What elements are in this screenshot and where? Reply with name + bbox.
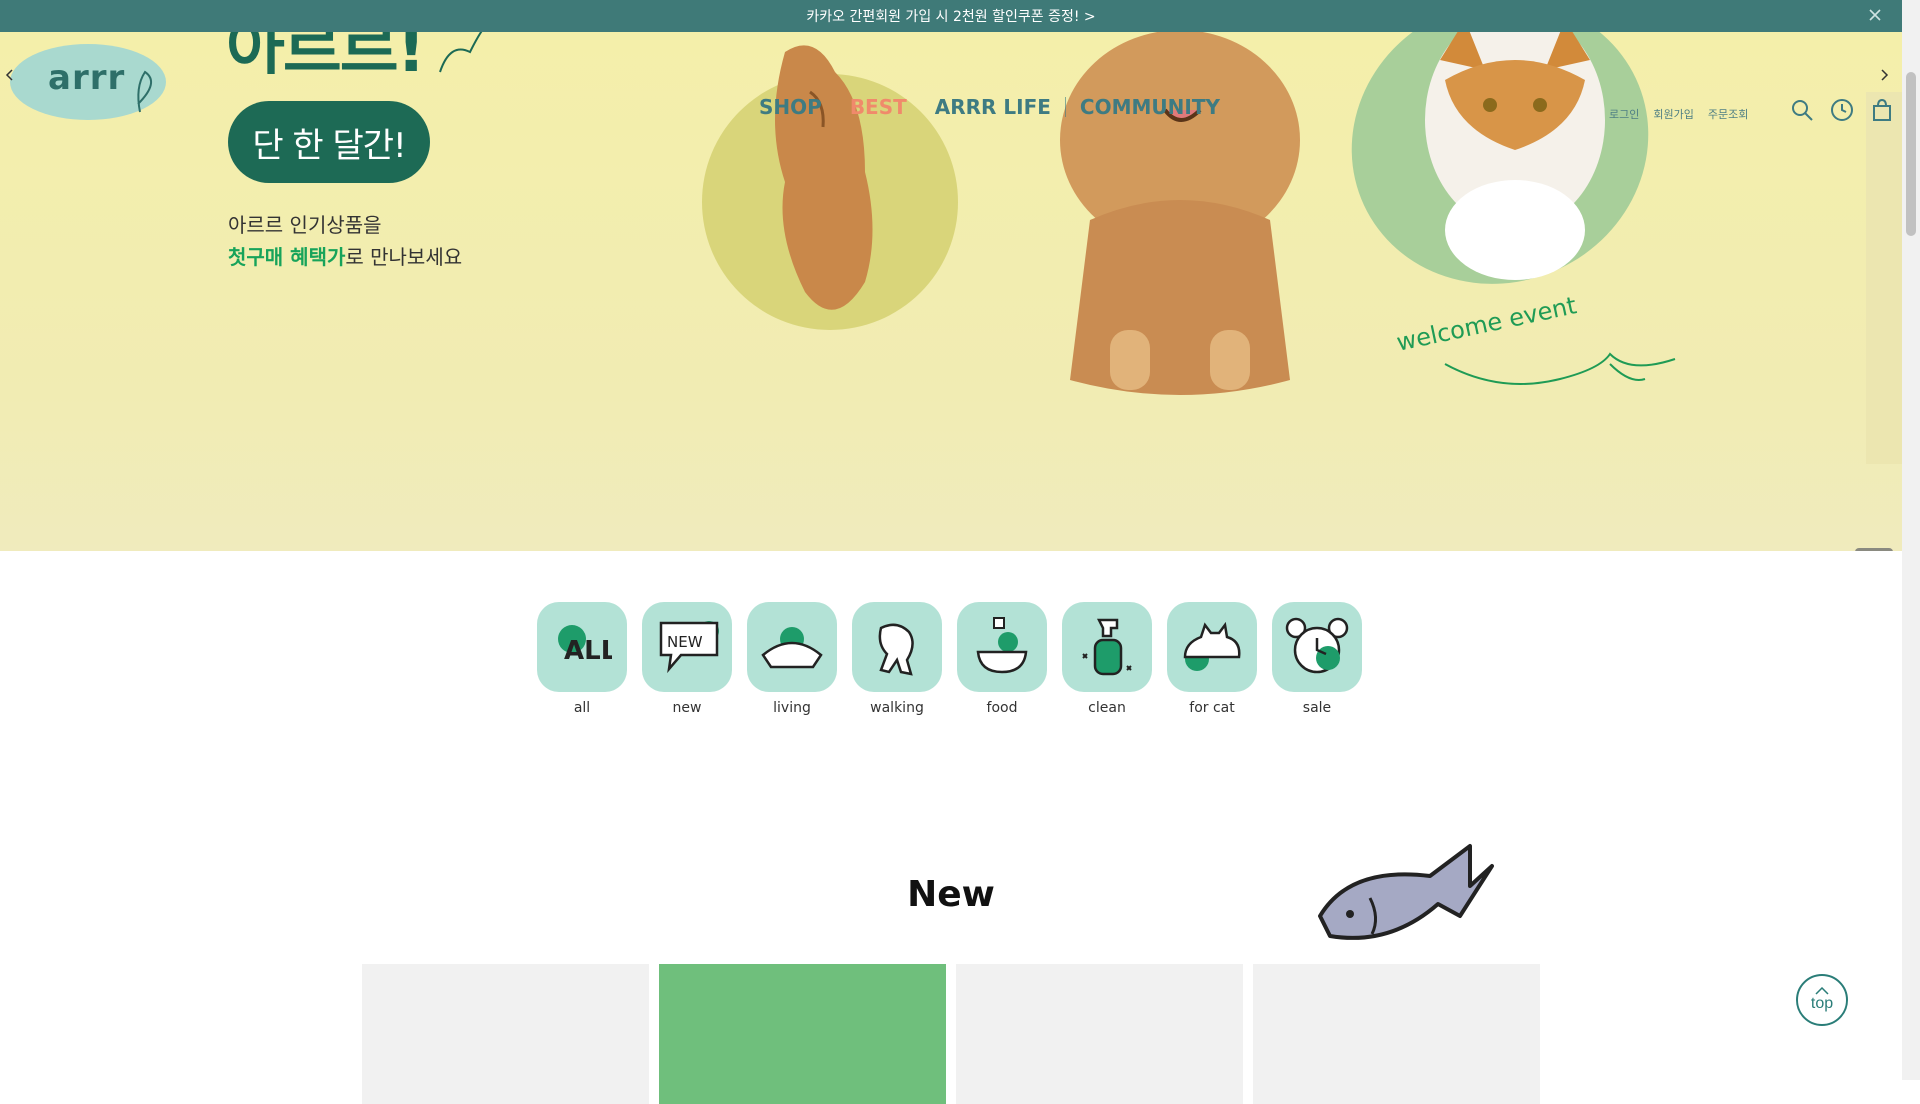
category-label: sale (1302, 700, 1332, 716)
dog-image (775, 45, 873, 310)
hero-subtitle-rest: 로 만나보세요 (345, 245, 463, 269)
header-icons (1790, 98, 1894, 122)
close-icon[interactable] (1866, 6, 1884, 24)
category-new[interactable]: NEW new (642, 602, 732, 716)
next-arrow-icon[interactable] (1880, 68, 1890, 82)
fish-icon (1318, 844, 1494, 940)
svg-text:NEW: NEW (667, 633, 703, 651)
hero-heading-swirl (439, 32, 483, 73)
product-list (362, 964, 1540, 1104)
util-links: 로그인 회원가입 주문조회 (1609, 106, 1748, 122)
pet-bed-icon (747, 602, 837, 692)
product-card[interactable] (362, 964, 649, 1104)
category-label: food (986, 700, 1018, 716)
section-title: New (907, 874, 995, 915)
hero-subtitle-line1: 아르르 인기상품을 (228, 213, 382, 237)
logo-text: arrr (48, 58, 126, 98)
food-bowl-icon (957, 602, 1047, 692)
category-all[interactable]: ALL all (537, 602, 627, 716)
welcome-squiggle (1444, 352, 1676, 385)
hero-pill: 단 한 달간! (228, 101, 430, 183)
category-label: walking (870, 700, 924, 716)
dog-walking-icon (852, 602, 942, 692)
page-scrollbar[interactable] (1902, 0, 1920, 1080)
hero-subtitle-line2: 첫구매 혜택가로 만나보세요 (228, 241, 462, 270)
alarm-clock-icon (1272, 602, 1362, 692)
category-for-cat[interactable]: for cat (1167, 602, 1257, 716)
cart-icon[interactable] (1870, 98, 1894, 122)
slide-counter: 1 / 4 (1855, 548, 1893, 551)
category-label: for cat (1189, 700, 1235, 716)
top-label: top (1810, 995, 1834, 1012)
login-link[interactable]: 로그인 (1609, 106, 1639, 122)
product-card[interactable] (1253, 964, 1540, 1104)
cat-image (1425, 32, 1605, 280)
nav-arrr-life[interactable]: ARRR LIFE (921, 96, 1065, 118)
puppy-image (1060, 32, 1300, 395)
main-nav: SHOP BEST ARRR LIFE COMMUNITY (745, 96, 1234, 118)
prev-arrow-icon[interactable] (4, 68, 14, 82)
hero-banner: arrr 아르르! 단 한 달간! 아르르 인기상품을 첫구매 혜택가로 만나보… (0, 32, 1902, 551)
logo[interactable]: arrr (10, 42, 170, 122)
category-label: all (573, 700, 591, 716)
category-sale[interactable]: sale (1272, 602, 1362, 716)
category-label: new (672, 700, 702, 716)
product-card[interactable] (956, 964, 1243, 1104)
nav-community[interactable]: COMMUNITY (1066, 96, 1234, 118)
recent-history-icon[interactable] (1830, 98, 1854, 122)
category-menu: ALL all NEW new living walking food clea… (537, 602, 1362, 716)
promo-text[interactable]: 카카오 간편회원 가입 시 2천원 할인쿠폰 증정! > (806, 6, 1095, 26)
scroll-to-top-button[interactable]: top (1796, 974, 1848, 1026)
scrollbar-thumb[interactable] (1906, 72, 1916, 236)
nav-best[interactable]: BEST (836, 96, 921, 118)
nav-shop[interactable]: SHOP (745, 96, 836, 118)
hero-highlight: 첫구매 혜택가 (228, 245, 346, 269)
category-food[interactable]: food (957, 602, 1047, 716)
new-speech-icon: NEW (642, 602, 732, 692)
cat-lying-icon (1167, 602, 1257, 692)
category-label: clean (1088, 700, 1126, 716)
search-icon[interactable] (1790, 98, 1814, 122)
promo-banner[interactable]: 카카오 간편회원 가입 시 2천원 할인쿠폰 증정! > (0, 0, 1902, 32)
chevron-up-icon (1815, 987, 1829, 995)
product-card[interactable] (659, 964, 946, 1104)
nav-divider (1064, 97, 1066, 117)
category-label: living (773, 700, 811, 716)
category-walking[interactable]: walking (852, 602, 942, 716)
spray-bottle-icon (1062, 602, 1152, 692)
all-icon: ALL (537, 602, 627, 692)
category-clean[interactable]: clean (1062, 602, 1152, 716)
order-lookup-link[interactable]: 주문조회 (1708, 106, 1748, 122)
next-slide-peek (1866, 92, 1902, 464)
svg-text:ALL: ALL (564, 636, 612, 666)
category-living[interactable]: living (747, 602, 837, 716)
join-link[interactable]: 회원가입 (1653, 106, 1693, 122)
